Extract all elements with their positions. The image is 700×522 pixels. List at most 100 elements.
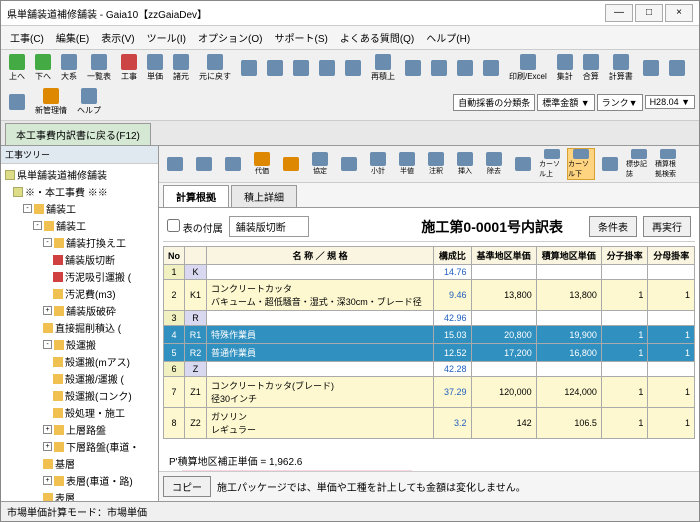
toolbar-button[interactable]: 大系 [57, 52, 81, 84]
folder-icon [43, 459, 53, 469]
toolbar-button[interactable]: 合算 [579, 52, 603, 84]
toolbar-button[interactable] [639, 52, 663, 84]
table-row[interactable]: 4R1特殊作業員15.0320,80019,90011 [164, 326, 695, 344]
tree-header: 工事ツリー [1, 146, 158, 164]
toolbar-button[interactable]: 下へ [31, 52, 55, 84]
toolbar-button[interactable]: 諸元 [169, 52, 193, 84]
item-name-field[interactable]: 舗装版切断 [229, 216, 309, 237]
action-button[interactable]: 半値 [393, 148, 421, 180]
toolbar-button[interactable]: 上へ [5, 52, 29, 84]
tree-node[interactable]: +舗装版破砕 [3, 302, 156, 319]
action-button[interactable]: 標歩記誌 [625, 148, 653, 180]
tree-node[interactable]: -舗装打換え工 [3, 234, 156, 251]
toolbar-button[interactable] [315, 52, 339, 84]
toolbar-button[interactable] [479, 52, 503, 84]
toolbar-button[interactable] [427, 52, 451, 84]
minimize-button[interactable]: — [605, 4, 633, 22]
tree-node[interactable]: -殻運搬 [3, 336, 156, 353]
tree-node[interactable]: -舗装工 [3, 200, 156, 217]
action-button[interactable] [509, 148, 537, 180]
toolbar-button[interactable] [341, 52, 365, 84]
toolbar-button[interactable] [401, 52, 425, 84]
action-button[interactable] [335, 148, 363, 180]
table-row[interactable]: 7Z1コンクリートカッタ(ブレード)径30インチ37.29120,000124,… [164, 377, 695, 408]
toolbar-button[interactable] [5, 86, 29, 118]
toolbar-button[interactable]: 新管理情 [31, 86, 71, 118]
action-button[interactable] [219, 148, 247, 180]
tree-node[interactable]: 汚泥吸引運搬 ( [3, 268, 156, 285]
menu-item[interactable]: 工事(C) [5, 28, 49, 47]
tree-node[interactable]: 直接掘削積込 ( [3, 319, 156, 336]
date-select[interactable]: H28.04 ▼ [645, 95, 695, 109]
action-button[interactable]: 小計 [364, 148, 392, 180]
action-button[interactable] [161, 148, 189, 180]
toolbar-button[interactable]: 集計 [553, 52, 577, 84]
tree-node[interactable]: 殻運搬/運搬 ( [3, 370, 156, 387]
table-row[interactable]: 1K14.76 [164, 265, 695, 280]
menu-item[interactable]: サポート(S) [269, 28, 332, 47]
action-button[interactable] [190, 148, 218, 180]
menu-item[interactable]: よくある質問(Q) [335, 28, 419, 47]
tree-node[interactable]: -舗装工 [3, 217, 156, 234]
action-button[interactable]: 代価 [248, 148, 276, 180]
action-button[interactable]: 注釈 [422, 148, 450, 180]
close-button[interactable]: × [665, 4, 693, 22]
menu-item[interactable]: オプション(O) [193, 28, 267, 47]
action-button[interactable]: 協定 [306, 148, 334, 180]
sub-tab[interactable]: 積上詳細 [231, 185, 297, 207]
tree-node[interactable]: 殻処理・施工 [3, 404, 156, 421]
table-row[interactable]: 3R42.96 [164, 311, 695, 326]
toolbar-button[interactable] [237, 52, 261, 84]
toolbar-button[interactable]: 工事 [117, 52, 141, 84]
toolbar-button[interactable] [453, 52, 477, 84]
toolbar-button[interactable]: ヘルプ [73, 86, 105, 118]
toolbar-button[interactable] [665, 52, 689, 84]
attachment-checkbox[interactable]: 表の付属 [167, 219, 223, 235]
toolbar-button[interactable]: 一覧表 [83, 52, 115, 84]
tree-node[interactable]: 基層 [3, 455, 156, 472]
maximize-button[interactable]: □ [635, 4, 663, 22]
tree-node[interactable]: 表層 [3, 489, 156, 501]
menu-item[interactable]: ヘルプ(H) [421, 28, 475, 47]
condition-table-button[interactable]: 条件表 [589, 216, 637, 237]
toolbar-button[interactable]: 再積上 [367, 52, 399, 84]
rerun-button[interactable]: 再実行 [643, 216, 691, 237]
tree-node[interactable]: 県単舗装道補修舗装 [3, 166, 156, 183]
action-button[interactable] [596, 148, 624, 180]
action-button[interactable]: 除去 [480, 148, 508, 180]
action-button[interactable]: 積算根拠検索 [654, 148, 682, 180]
toolbar-button[interactable]: 単価 [143, 52, 167, 84]
folder-icon [54, 442, 64, 452]
tree-node[interactable]: +上層路盤 [3, 421, 156, 438]
action-button[interactable]: 挿入 [451, 148, 479, 180]
toolbar-button[interactable]: 計算書 [605, 52, 637, 84]
menu-item[interactable]: 表示(V) [96, 28, 139, 47]
toolbar-button[interactable] [263, 52, 287, 84]
tree-node[interactable]: ※・本工事費 ※※ [3, 183, 156, 200]
tree-node[interactable]: 汚泥費(m3) [3, 285, 156, 302]
action-button[interactable]: カーソル上 [538, 148, 566, 180]
tree-node[interactable]: 舗装版切断 [3, 251, 156, 268]
auto-number-option[interactable]: 自動採番の分類条 [453, 94, 535, 111]
menu-item[interactable]: ツール(I) [142, 28, 191, 47]
table-row[interactable]: 5R2普通作業員12.5217,20016,80011 [164, 344, 695, 362]
tree-node[interactable]: 殻運搬(mアス) [3, 353, 156, 370]
menu-item[interactable]: 編集(E) [51, 28, 94, 47]
tree-node[interactable]: 殻運搬(コンク) [3, 387, 156, 404]
toolbar-button[interactable]: 元に戻す [195, 52, 235, 84]
price-type-select[interactable]: 標準金額 ▼ [537, 94, 594, 111]
table-row[interactable]: 8Z2ガソリンレギュラー3.2142106.511 [164, 408, 695, 439]
folder-icon [53, 357, 63, 367]
copy-button[interactable]: コピー [163, 476, 211, 497]
toolbar-button[interactable]: 印刷/Excel [505, 52, 551, 84]
toolbar-button[interactable] [289, 52, 313, 84]
table-row[interactable]: 6Z42.28 [164, 362, 695, 377]
main-tab[interactable]: 本工事費内訳書に戻る(F12) [5, 123, 151, 145]
table-row[interactable]: 2K1コンクリートカッタバキューム・超低騒音・湿式・深30cm・ブレード径9.4… [164, 280, 695, 311]
sub-tab[interactable]: 計算根拠 [163, 185, 229, 207]
action-button[interactable] [277, 148, 305, 180]
tree-node[interactable]: +表層(車道・路) [3, 472, 156, 489]
rank-select[interactable]: ランク▼ [597, 94, 643, 111]
action-button[interactable]: カーソル下 [567, 148, 595, 180]
tree-node[interactable]: +下層路盤(車道・ [3, 438, 156, 455]
